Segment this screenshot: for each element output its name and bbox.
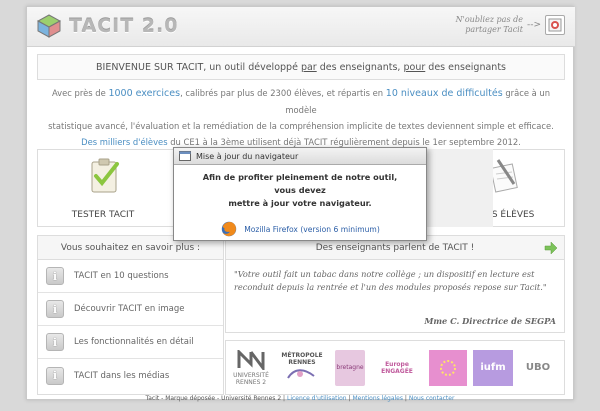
dialog-message: Afin de profiter pleinement de notre out… xyxy=(202,172,398,208)
swirl-icon xyxy=(287,368,315,379)
levels-highlight: 10 niveaux de difficultés xyxy=(385,88,503,99)
info-icon: i xyxy=(46,300,64,318)
partner-europe-logo[interactable]: Europe ENGAGÉE xyxy=(371,350,423,386)
learn-more-item[interactable]: i TACIT en 10 questions xyxy=(38,260,223,293)
header: TACIT 2.0 N'oubliez pas de partager Taci… xyxy=(27,7,575,47)
firefox-download-link[interactable]: Mozilla Firefox (version 6 minimum) xyxy=(174,220,426,238)
testimonial-quote: "Votre outil fait un tabac dans notre co… xyxy=(234,269,547,292)
dialog-title: Mise à jour du navigateur xyxy=(196,151,299,161)
welcome-par: par xyxy=(300,62,317,73)
rennes2-n-icon xyxy=(237,347,265,372)
intro-text: Avec près de 1000 exercices, calibrés pa… xyxy=(37,85,565,150)
learn-more-label: TACIT en 10 questions xyxy=(74,271,169,281)
share-text-line2: partager Tacit xyxy=(465,25,523,34)
welcome-text-2: des enseignants, xyxy=(316,62,404,73)
mentions-link[interactable]: Mentions légales xyxy=(352,395,403,402)
learn-more-label: TACIT dans les médias xyxy=(74,370,170,381)
eu-stars-icon xyxy=(440,359,456,376)
share-text-line1: N'oubliez pas de xyxy=(455,15,523,24)
learn-more-item[interactable]: i TACIT dans les médias xyxy=(38,359,223,392)
share-text: N'oubliez pas de partager Tacit xyxy=(456,15,523,35)
partner-bretagne-logo[interactable]: bretagne xyxy=(335,349,365,386)
info-icon: i xyxy=(46,267,64,285)
students-highlight: Des milliers d'élèves xyxy=(81,137,168,147)
welcome-text-1: BIENVENUE SUR TACIT, un outil développé xyxy=(96,62,301,73)
logo-text: TACIT 2.0 xyxy=(69,15,179,37)
intro-line-2: statistique avancé, l'évaluation et la r… xyxy=(48,121,554,131)
next-arrow-icon[interactable] xyxy=(544,241,558,255)
browser-window-icon xyxy=(179,151,191,161)
dialog-titlebar[interactable]: Mise à jour du navigateur xyxy=(174,148,426,165)
tester-box[interactable]: TESTER TACIT xyxy=(38,150,168,226)
share-arrow: --> xyxy=(526,20,541,30)
learn-more-item[interactable]: i Découvrir TACIT en image xyxy=(38,293,223,326)
partner-metropole-logo[interactable]: MÉTROPOLE RENNES xyxy=(275,350,329,386)
cube-logo-icon xyxy=(37,14,61,38)
logo[interactable]: TACIT 2.0 xyxy=(37,14,178,38)
learn-more-label: Découvrir TACIT en image xyxy=(74,304,185,314)
partner-iufm-logo[interactable]: iufm xyxy=(473,349,513,386)
info-icon: i xyxy=(46,366,64,385)
intro-line-1: Avec près de 1000 exercices, calibrés pa… xyxy=(51,88,551,115)
learn-more-item[interactable]: i Les fonctionnalités en détail xyxy=(38,326,223,359)
partners-strip: UNIVERSITÉ RENNES 2 MÉTROPOLE RENNES bre… xyxy=(225,340,565,395)
learn-more-label: Les fonctionnalités en détail xyxy=(74,337,194,347)
partner-rennes2-logo[interactable]: UNIVERSITÉ RENNES 2 xyxy=(233,347,269,386)
share-icon xyxy=(548,18,562,32)
welcome-banner: BIENVENUE SUR TACIT, un outil développé … xyxy=(37,54,565,80)
partner-ubo-logo[interactable]: UBO xyxy=(519,350,557,386)
testimonial-panel: Des enseignants parlent de TACIT ! "Votr… xyxy=(225,235,565,333)
contact-link[interactable]: Nous contacter xyxy=(409,395,455,402)
welcome-pour: pour xyxy=(403,62,426,73)
partner-eu-flag-logo[interactable] xyxy=(429,349,467,386)
clipboard-check-icon xyxy=(91,158,119,193)
tester-label: TESTER TACIT xyxy=(71,210,135,220)
share-block: N'oubliez pas de partager Tacit --> xyxy=(456,15,565,35)
licence-link[interactable]: Licence d'utilisation xyxy=(287,395,347,402)
footer-text: Tacit - Marque déposée - Université Renn… xyxy=(145,395,287,402)
testimonial-title-text: Des enseignants parlent de TACIT ! xyxy=(315,243,475,253)
exercises-highlight: 1000 exercices xyxy=(108,88,181,99)
firefox-icon xyxy=(222,221,237,237)
firefox-link-text: Mozilla Firefox (version 6 minimum) xyxy=(244,224,380,234)
testimonial-author: Mme C. Directrice de SEGPA xyxy=(424,316,556,326)
share-button[interactable] xyxy=(545,15,565,35)
footer: Tacit - Marque déposée - Université Renn… xyxy=(145,395,455,402)
browser-update-dialog: Mise à jour du navigateur Afin de profit… xyxy=(173,147,427,241)
info-icon: i xyxy=(46,333,64,351)
welcome-text-3: des enseignants xyxy=(425,62,506,73)
learn-more-panel: Vous souhaitez en savoir plus : i TACIT … xyxy=(37,235,224,395)
